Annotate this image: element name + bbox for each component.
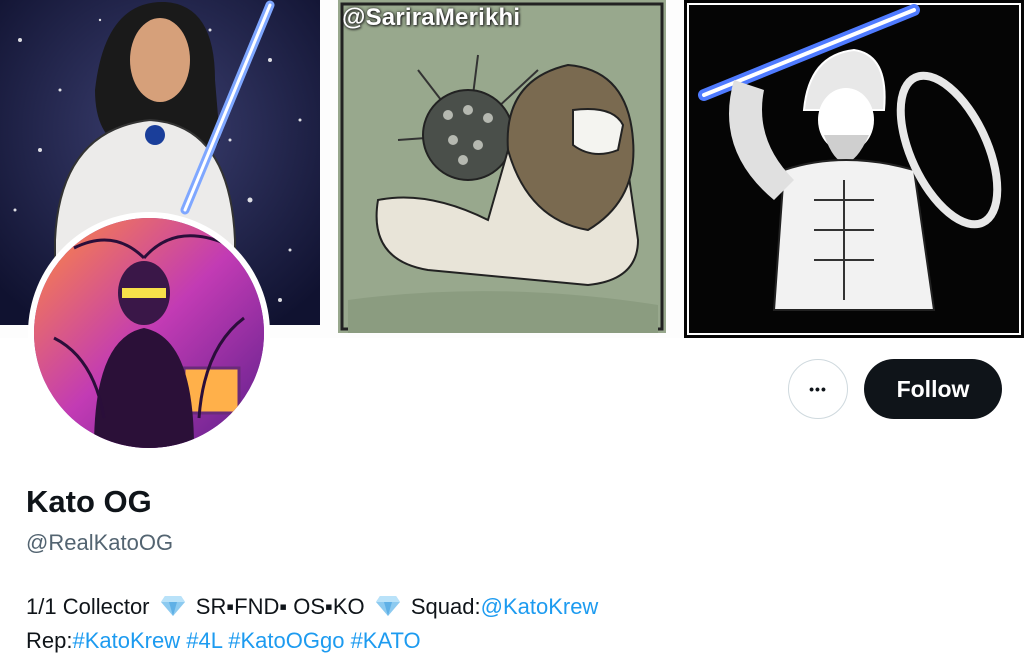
- profile-name: Kato OG: [26, 484, 152, 519]
- banner-panel-warrior: [684, 0, 1024, 338]
- profile-handle: @RealKatoOG: [26, 530, 174, 555]
- banner-panel-lion: [338, 0, 666, 333]
- hashtag-link[interactable]: #KATO: [351, 628, 421, 653]
- hashtag-link[interactable]: #KatoOGgo: [228, 628, 344, 653]
- gem-stone-icon: [160, 596, 185, 616]
- bio-line-2: Rep:#KatoKrew #4L #KatoOGgo #KATO: [26, 624, 598, 658]
- bio-rep-label: Rep:: [26, 628, 73, 653]
- avatar-image: [34, 218, 264, 448]
- bio-line-1: 1/1 Collector SR▪FND▪ OS▪KO Squad:@KatoK…: [26, 590, 598, 624]
- gem-stone-icon: [375, 596, 400, 616]
- more-options-button[interactable]: •••: [788, 359, 848, 419]
- bio-collector: 1/1 Collector: [26, 594, 150, 619]
- banner-watermark: @SariraMerikhi: [342, 4, 521, 31]
- follow-button[interactable]: Follow: [864, 359, 1002, 419]
- profile-avatar[interactable]: [28, 212, 270, 454]
- profile-bio: 1/1 Collector SR▪FND▪ OS▪KO Squad:@KatoK…: [26, 590, 598, 658]
- bio-ranks: SR▪FND▪ OS▪KO: [195, 594, 365, 619]
- hashtag-link[interactable]: #KatoKrew: [72, 628, 180, 653]
- hashtag-link[interactable]: #4L: [186, 628, 222, 653]
- more-options-icon: •••: [809, 381, 827, 397]
- squad-mention-link[interactable]: @KatoKrew: [481, 594, 599, 619]
- bio-squad-label: Squad:: [410, 594, 481, 619]
